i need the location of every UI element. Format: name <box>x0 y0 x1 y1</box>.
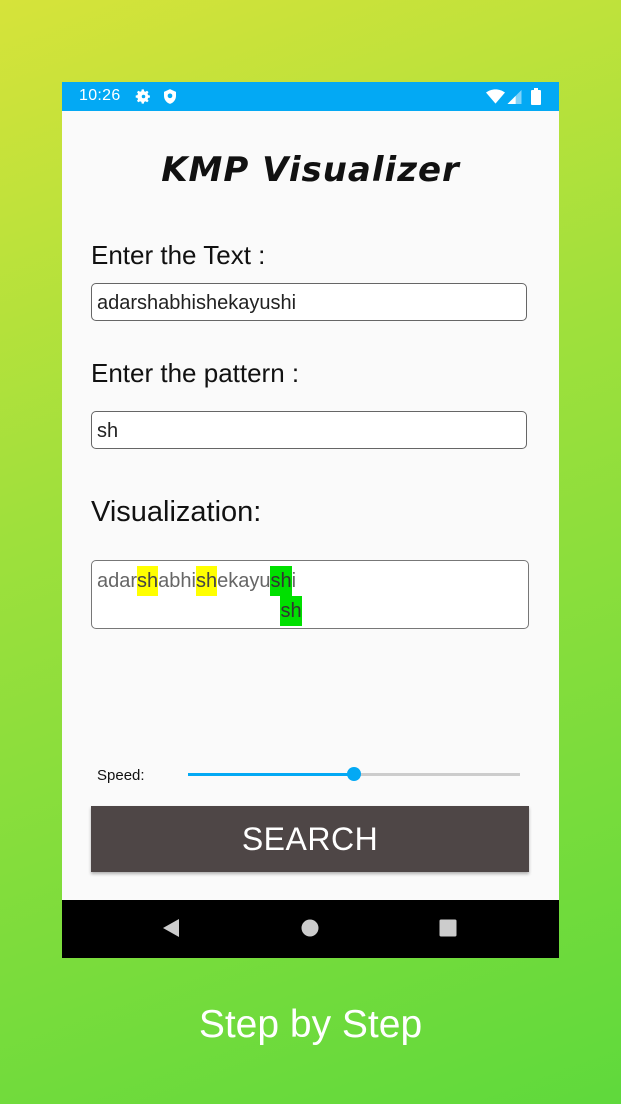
text-label: Enter the Text : <box>91 240 266 270</box>
cell-signal-icon <box>507 90 522 109</box>
viz-found-match: sh <box>137 566 159 596</box>
viz-current-match: sh <box>270 566 292 596</box>
viz-pattern-window: sh <box>280 596 302 626</box>
wifi-icon <box>486 89 505 109</box>
status-bar: 10:26 <box>62 82 559 111</box>
shield-icon <box>162 88 178 110</box>
gear-icon <box>135 88 152 110</box>
phone-screen: 10:26 KMP Visualizer Enter the Text : ad… <box>62 82 559 958</box>
text-input[interactable]: adarshabhishekayushi <box>91 283 527 321</box>
pattern-input[interactable]: sh <box>91 411 527 449</box>
status-time: 10:26 <box>79 87 121 104</box>
speed-slider-thumb[interactable] <box>347 767 361 781</box>
speed-slider-fill <box>188 773 354 776</box>
navigation-bar <box>62 900 559 958</box>
viz-text-segment: ekayu <box>217 570 271 592</box>
viz-text-segment: i <box>291 570 297 592</box>
viz-found-match: sh <box>195 566 218 596</box>
speed-slider[interactable] <box>188 767 520 781</box>
back-icon[interactable] <box>161 918 181 943</box>
visualization-text-row: adarshabhishekayushi <box>97 566 296 596</box>
battery-icon <box>531 88 541 110</box>
pattern-label: Enter the pattern : <box>91 358 300 388</box>
visualization-label: Visualization: <box>91 496 262 528</box>
viz-text-segment: adar <box>97 570 138 592</box>
app-title: KMP Visualizer <box>161 150 460 190</box>
search-button[interactable]: SEARCH <box>91 806 529 872</box>
home-icon[interactable] <box>300 918 320 943</box>
visualization-pattern-row: adarshabhishekayussh <box>97 596 302 626</box>
visualization-box: adarshabhishekayushi adarshabhishekayuss… <box>91 560 529 629</box>
speed-label: Speed: <box>97 767 145 784</box>
viz-text-segment: abhi <box>158 570 196 592</box>
caption: Step by Step <box>198 1003 423 1046</box>
recents-icon[interactable] <box>438 918 458 943</box>
